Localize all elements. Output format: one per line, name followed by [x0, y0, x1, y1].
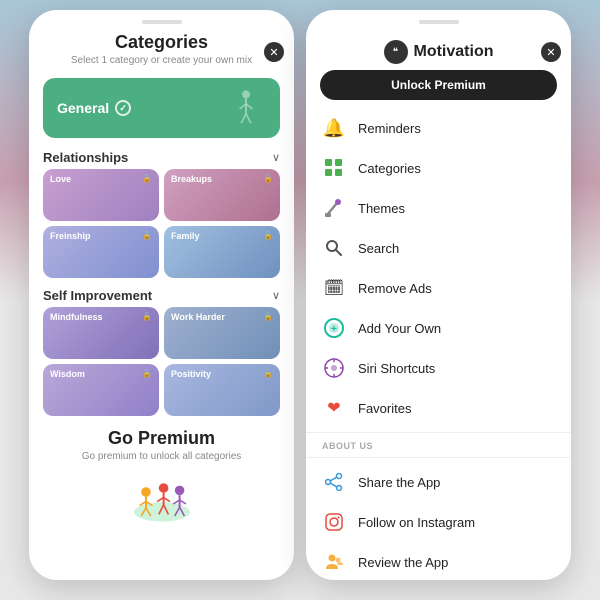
menu-item-favorites[interactable]: ❤ Favorites: [306, 388, 571, 428]
family-cell[interactable]: Family 🔒: [164, 226, 280, 278]
categories-title: Categories: [43, 32, 280, 53]
categories-menu-label: Categories: [358, 161, 421, 176]
positivity-cell[interactable]: Positivity 🔒: [164, 364, 280, 416]
check-circle-icon: ✓: [115, 100, 131, 116]
self-improvement-chevron-icon: ∨: [272, 289, 280, 302]
right-header: ✕ ❝ Motivation: [306, 32, 571, 70]
left-phone-card: ✕ Categories Select 1 category or create…: [29, 10, 294, 580]
wisdom-lock-icon: 🔒: [142, 369, 152, 378]
go-premium-title: Go Premium: [43, 428, 280, 449]
love-cell[interactable]: Love 🔒: [43, 169, 159, 221]
wisdom-cell[interactable]: Wisdom 🔒: [43, 364, 159, 416]
relationships-title: Relationships: [43, 150, 128, 165]
mindfulness-cell[interactable]: Mindfulness 🔒: [43, 307, 159, 359]
general-button[interactable]: General ✓: [43, 78, 280, 138]
menu-item-reminders[interactable]: 🔔 Reminders: [306, 108, 571, 148]
menu-item-remove-ads[interactable]: 🗓 Remove Ads: [306, 268, 571, 308]
menu-item-share[interactable]: Share the App: [306, 462, 571, 502]
menu-item-themes[interactable]: Themes: [306, 188, 571, 228]
positivity-lock-icon: 🔒: [263, 369, 273, 378]
positivity-label: Positivity: [171, 369, 211, 379]
remove-ads-label: Remove Ads: [358, 281, 432, 296]
add-own-label: Add Your Own: [358, 321, 441, 336]
themes-label: Themes: [358, 201, 405, 216]
review-label: Review the App: [358, 555, 448, 570]
reminders-icon: 🔔: [322, 116, 346, 140]
mindfulness-label: Mindfulness: [50, 312, 103, 322]
menu-list: 🔔 Reminders Categories Themes: [306, 108, 571, 580]
about-us-label: ABOUT US: [306, 437, 571, 453]
menu-item-add-own[interactable]: + Add Your Own: [306, 308, 571, 348]
menu-item-categories[interactable]: Categories: [306, 148, 571, 188]
favorites-label: Favorites: [358, 401, 411, 416]
menu-item-siri-shortcuts[interactable]: Siri Shortcuts: [306, 348, 571, 388]
menu-item-search[interactable]: Search: [306, 228, 571, 268]
mindfulness-lock-icon: 🔒: [142, 312, 152, 321]
go-premium-section: Go Premium Go premium to unlock all cate…: [29, 420, 294, 530]
remove-ads-icon: 🗓: [322, 276, 346, 300]
menu-item-instagram[interactable]: Follow on Instagram: [306, 502, 571, 542]
menu-item-review[interactable]: Review the App: [306, 542, 571, 580]
share-icon: [322, 470, 346, 494]
close-button[interactable]: ✕: [264, 42, 284, 62]
review-icon: [322, 550, 346, 574]
love-label: Love: [50, 174, 71, 184]
motivation-title: Motivation: [414, 43, 494, 61]
breakups-cell[interactable]: Breakups 🔒: [164, 169, 280, 221]
breakups-lock-icon: 🔒: [263, 174, 273, 183]
family-lock-icon: 🔒: [263, 231, 273, 240]
siri-shortcuts-label: Siri Shortcuts: [358, 361, 435, 376]
general-figure-svg: [226, 88, 266, 128]
general-label: General: [57, 100, 109, 116]
search-label: Search: [358, 241, 399, 256]
premium-illustration: [122, 466, 202, 526]
friendship-lock-icon: 🔒: [142, 231, 152, 240]
right-phone-card: ✕ ❝ Motivation Unlock Premium 🔔 Reminder…: [306, 10, 571, 580]
unlock-premium-button[interactable]: Unlock Premium: [320, 70, 557, 100]
siri-shortcuts-icon: [322, 356, 346, 380]
share-label: Share the App: [358, 475, 440, 490]
phone-handle: [142, 20, 182, 24]
instagram-icon: [322, 510, 346, 534]
themes-icon: [322, 196, 346, 220]
love-lock-icon: 🔒: [142, 174, 152, 183]
instagram-label: Follow on Instagram: [358, 515, 475, 530]
categories-icon: [322, 156, 346, 180]
work-harder-cell[interactable]: Work Harder 🔒: [164, 307, 280, 359]
self-improvement-grid: Mindfulness 🔒 Work Harder 🔒 Wisdom 🔒 Pos…: [29, 307, 294, 420]
about-divider2: [306, 457, 571, 458]
relationships-section-header[interactable]: Relationships ∨: [29, 144, 294, 169]
premium-illustration-svg: [122, 466, 202, 526]
relationships-chevron-icon: ∨: [272, 151, 280, 164]
family-label: Family: [171, 231, 200, 241]
breakups-label: Breakups: [171, 174, 212, 184]
motivation-icon: ❝: [384, 40, 408, 64]
relationships-grid: Love 🔒 Breakups 🔒 Freinship 🔒 Family 🔒: [29, 169, 294, 282]
about-divider: [306, 432, 571, 433]
svg-text:+: +: [331, 324, 337, 335]
friendship-label: Freinship: [50, 231, 91, 241]
categories-subtitle: Select 1 category or create your own mix: [43, 55, 280, 66]
work-harder-label: Work Harder: [171, 312, 225, 322]
favorites-icon: ❤: [322, 396, 346, 420]
friendship-cell[interactable]: Freinship 🔒: [43, 226, 159, 278]
left-card-header: ✕ Categories Select 1 category or create…: [29, 32, 294, 72]
right-close-button[interactable]: ✕: [541, 42, 561, 62]
search-icon: [322, 236, 346, 260]
add-own-icon: +: [322, 316, 346, 340]
work-harder-lock-icon: 🔒: [263, 312, 273, 321]
reminders-label: Reminders: [358, 121, 421, 136]
self-improvement-title: Self Improvement: [43, 288, 152, 303]
general-btn-text: General ✓: [57, 100, 131, 116]
right-phone-handle: [419, 20, 459, 24]
self-improvement-section-header[interactable]: Self Improvement ∨: [29, 282, 294, 307]
wisdom-label: Wisdom: [50, 369, 85, 379]
screen-container: ✕ Categories Select 1 category or create…: [0, 0, 600, 600]
go-premium-subtitle: Go premium to unlock all categories: [43, 451, 280, 462]
